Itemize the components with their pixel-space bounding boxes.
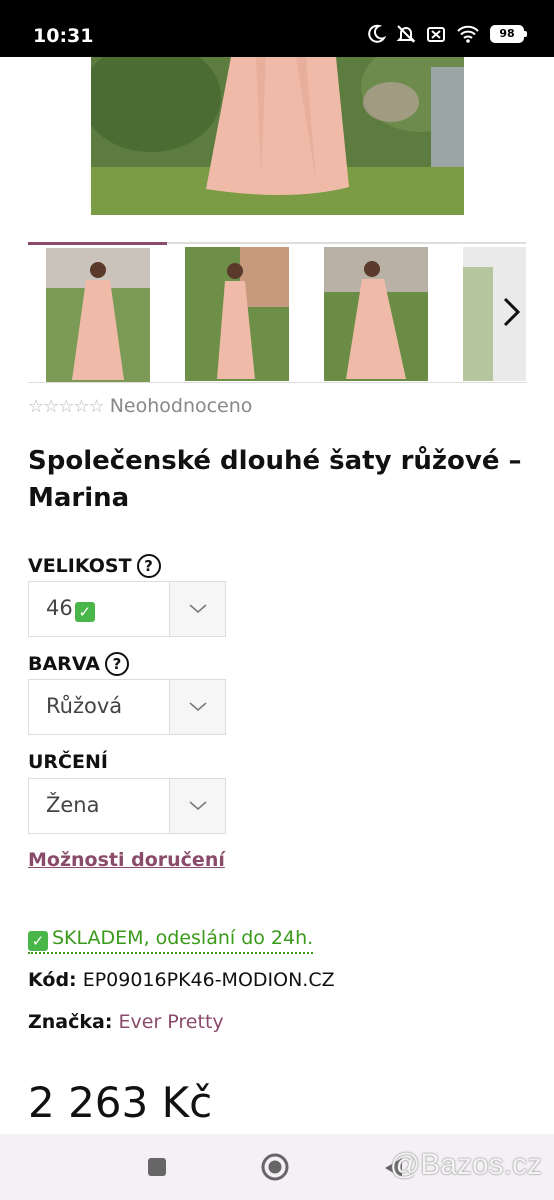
product-main-image[interactable]	[91, 57, 464, 215]
chevron-down-icon	[169, 680, 225, 734]
product-price: 2 263 Kč	[28, 1078, 213, 1127]
purpose-select[interactable]: Žena	[28, 778, 226, 834]
color-select-value: Růžová	[46, 694, 123, 718]
product-code-value: EP09016PK46-MODION.CZ	[82, 969, 335, 991]
bazos-watermark: @Bazos.cz	[389, 1148, 542, 1181]
product-title: Společenské dlouhé šaty růžové – Marina	[28, 446, 522, 513]
brand-link[interactable]: Ever Pretty	[119, 1011, 224, 1033]
status-bar: 10:31 98	[0, 0, 554, 57]
chevron-down-icon	[169, 582, 225, 636]
dress-photo	[91, 57, 464, 215]
product-code: Kód: EP09016PK46-MODION.CZ	[28, 969, 335, 991]
color-label: BARVA	[28, 653, 100, 675]
thumbnail-1[interactable]	[28, 242, 167, 383]
chevron-down-icon	[169, 779, 225, 833]
product-code-label: Kód:	[28, 969, 77, 991]
sim-off-icon	[427, 27, 445, 42]
size-help-icon[interactable]: ?	[136, 554, 161, 578]
purpose-select-value: Žena	[46, 793, 100, 817]
star-rating-icon: ☆☆☆☆☆	[28, 395, 105, 417]
home-circle-icon	[261, 1153, 289, 1181]
thumbnail-3[interactable]	[306, 242, 445, 383]
status-icons: 98	[366, 24, 527, 44]
stock-status: ✓ SKLADEM, odeslání do 24h.	[28, 927, 314, 954]
size-label: VELIKOST	[28, 555, 132, 577]
status-time: 10:31	[33, 25, 94, 47]
size-select[interactable]: 46 ✓	[28, 581, 226, 637]
product-brand: Značka: Ever Pretty	[28, 1011, 224, 1033]
brand-label: Značka:	[28, 1011, 113, 1033]
square-icon	[148, 1158, 166, 1176]
delivery-options-link[interactable]: Možnosti doručení	[28, 849, 225, 871]
check-icon: ✓	[28, 931, 48, 951]
recents-button[interactable]	[147, 1157, 167, 1181]
wifi-icon	[457, 25, 479, 43]
size-select-value: 46 ✓	[46, 596, 99, 622]
color-label-row: BARVA ?	[28, 652, 129, 676]
color-select[interactable]: Růžová	[28, 679, 226, 735]
purpose-label-row: URČENÍ	[28, 751, 108, 773]
size-label-row: VELIKOST ?	[28, 554, 161, 578]
battery-icon: 98	[490, 25, 527, 43]
rating-label: Neohodnoceno	[109, 395, 253, 417]
home-button[interactable]	[261, 1153, 289, 1185]
color-help-icon[interactable]: ?	[104, 652, 129, 676]
thumbnail-strip	[28, 242, 526, 383]
stock-text: SKLADEM, odeslání do 24h.	[52, 927, 314, 949]
rating: ☆☆☆☆☆ Neohodnoceno	[28, 395, 252, 417]
moon-icon	[368, 24, 386, 43]
thumbnail-2[interactable]	[167, 242, 306, 383]
check-icon: ✓	[74, 602, 95, 622]
purpose-label: URČENÍ	[28, 751, 108, 773]
bell-off-icon	[396, 25, 416, 43]
chevron-right-icon[interactable]	[494, 282, 528, 342]
